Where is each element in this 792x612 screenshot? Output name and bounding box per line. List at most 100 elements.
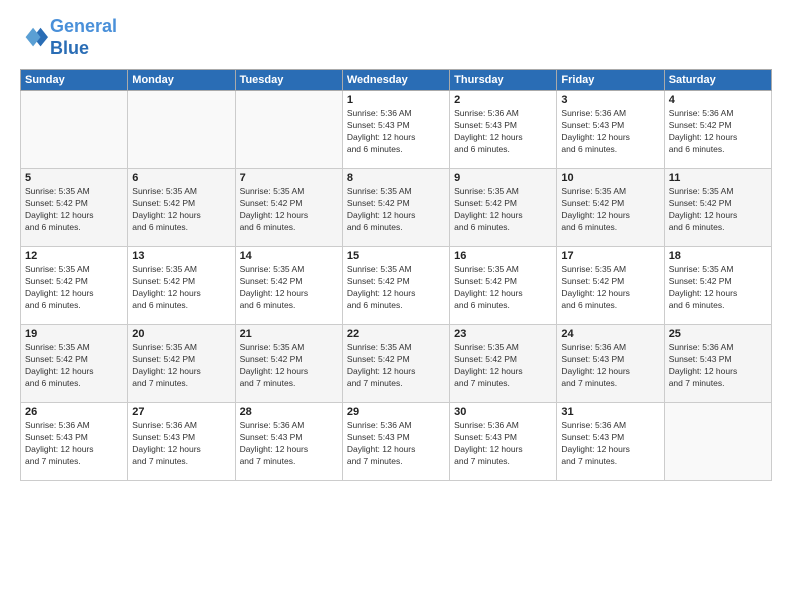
- calendar-cell: 24 Sunrise: 5:36 AM Sunset: 5:43 PM Dayli…: [557, 325, 664, 403]
- calendar-cell: 14 Sunrise: 5:35 AM Sunset: 5:42 PM Dayli…: [235, 247, 342, 325]
- day-number: 9: [454, 172, 552, 184]
- day-number: 7: [240, 172, 338, 184]
- day-number: 26: [25, 406, 123, 418]
- day-info: Sunrise: 5:36 AM Sunset: 5:43 PM Dayligh…: [347, 420, 445, 468]
- calendar-cell: 7 Sunrise: 5:35 AM Sunset: 5:42 PM Daylig…: [235, 169, 342, 247]
- day-info: Sunrise: 5:35 AM Sunset: 5:42 PM Dayligh…: [347, 264, 445, 312]
- day-info: Sunrise: 5:36 AM Sunset: 5:43 PM Dayligh…: [240, 420, 338, 468]
- day-info: Sunrise: 5:36 AM Sunset: 5:43 PM Dayligh…: [561, 342, 659, 390]
- calendar-cell: 8 Sunrise: 5:35 AM Sunset: 5:42 PM Daylig…: [342, 169, 449, 247]
- calendar-cell: 29 Sunrise: 5:36 AM Sunset: 5:43 PM Dayli…: [342, 403, 449, 481]
- day-number: 24: [561, 328, 659, 340]
- day-number: 22: [347, 328, 445, 340]
- calendar-cell: [21, 91, 128, 169]
- header: General Blue: [20, 16, 772, 59]
- calendar-cell: 19Sunrise: 5:35 AM Sunset: 5:42 PM Dayli…: [21, 325, 128, 403]
- weekday-header-row: SundayMondayTuesdayWednesdayThursdayFrid…: [21, 70, 772, 91]
- day-number: 18: [669, 250, 767, 262]
- day-info: Sunrise: 5:35 AM Sunset: 5:42 PM Dayligh…: [240, 342, 338, 390]
- day-info: Sunrise: 5:35 AM Sunset: 5:42 PM Dayligh…: [454, 186, 552, 234]
- calendar-cell: [664, 403, 771, 481]
- calendar-cell: 26 Sunrise: 5:36 AM Sunset: 5:43 PM Dayli…: [21, 403, 128, 481]
- day-number: 29: [347, 406, 445, 418]
- calendar-cell: 3Sunrise: 5:36 AM Sunset: 5:43 PM Daylig…: [557, 91, 664, 169]
- day-number: 20: [132, 328, 230, 340]
- calendar-week-2: 5 Sunrise: 5:35 AM Sunset: 5:42 PM Daylig…: [21, 169, 772, 247]
- day-number: 5: [25, 172, 123, 184]
- day-info: Sunrise: 5:35 AM Sunset: 5:42 PM Dayligh…: [561, 264, 659, 312]
- calendar-week-3: 12 Sunrise: 5:35 AM Sunset: 5:42 PM Dayli…: [21, 247, 772, 325]
- calendar-cell: 11 Sunrise: 5:35 AM Sunset: 5:42 PM Dayli…: [664, 169, 771, 247]
- weekday-header-tuesday: Tuesday: [235, 70, 342, 91]
- day-info: Sunrise: 5:35 AM Sunset: 5:42 PM Dayligh…: [347, 342, 445, 390]
- calendar-cell: 22 Sunrise: 5:35 AM Sunset: 5:42 PM Dayli…: [342, 325, 449, 403]
- day-info: Sunrise: 5:36 AM Sunset: 5:42 PM Dayligh…: [669, 108, 767, 156]
- day-number: 21: [240, 328, 338, 340]
- day-info: Sunrise: 5:36 AM Sunset: 5:43 PM Dayligh…: [132, 420, 230, 468]
- calendar-cell: 5 Sunrise: 5:35 AM Sunset: 5:42 PM Daylig…: [21, 169, 128, 247]
- page: General Blue SundayMondayTuesdayWednesda…: [0, 0, 792, 612]
- calendar-cell: [235, 91, 342, 169]
- day-number: 17: [561, 250, 659, 262]
- calendar-cell: 16 Sunrise: 5:35 AM Sunset: 5:42 PM Dayli…: [450, 247, 557, 325]
- calendar-cell: 30 Sunrise: 5:36 AM Sunset: 5:43 PM Dayli…: [450, 403, 557, 481]
- calendar-week-4: 19 Sunrise: 5:35 AM Sunset: 5:42 PM Dayli…: [21, 325, 772, 403]
- day-info: Sunrise: 5:35 AM Sunset: 5:42 PM Dayligh…: [347, 186, 445, 234]
- day-info: Sunrise: 5:36 AM Sunset: 5:43 PM Dayligh…: [454, 420, 552, 468]
- logo-icon: [20, 24, 48, 52]
- calendar-cell: 20Sunrise: 5:35 AM Sunset: 5:42 PM Dayli…: [128, 325, 235, 403]
- day-info: Sunrise: 5:35 AM Sunset: 5:42 PM Dayligh…: [132, 264, 230, 312]
- day-info: Sunrise: 5:35 AM Sunset: 5:42 PM Dayligh…: [669, 186, 767, 234]
- day-info: Sunrise: 5:35 AM Sunset: 5:42 PM Dayligh…: [240, 186, 338, 234]
- day-info: Sunrise: 5:35 AM Sunset: 5:42 PM Dayligh…: [132, 186, 230, 234]
- weekday-header-monday: Monday: [128, 70, 235, 91]
- calendar-cell: 25Sunrise: 5:36 AM Sunset: 5:43 PM Dayli…: [664, 325, 771, 403]
- calendar-body: 1 Sunrise: 5:36 AM Sunset: 5:43 PM Daylig…: [21, 91, 772, 481]
- day-number: 25: [669, 328, 767, 340]
- day-info: Sunrise: 5:35 AM Sunset: 5:42 PM Dayligh…: [25, 264, 123, 312]
- calendar-cell: 12 Sunrise: 5:35 AM Sunset: 5:42 PM Dayli…: [21, 247, 128, 325]
- day-info: Sunrise: 5:36 AM Sunset: 5:43 PM Dayligh…: [561, 108, 659, 156]
- day-number: 15: [347, 250, 445, 262]
- day-number: 13: [132, 250, 230, 262]
- calendar-cell: 28 Sunrise: 5:36 AM Sunset: 5:43 PM Dayli…: [235, 403, 342, 481]
- day-number: 2: [454, 94, 552, 106]
- calendar-cell: 2 Sunrise: 5:36 AM Sunset: 5:43 PM Daylig…: [450, 91, 557, 169]
- logo: General Blue: [20, 16, 117, 59]
- calendar-cell: 21 Sunrise: 5:35 AM Sunset: 5:42 PM Dayli…: [235, 325, 342, 403]
- day-number: 8: [347, 172, 445, 184]
- weekday-header-saturday: Saturday: [664, 70, 771, 91]
- day-info: Sunrise: 5:36 AM Sunset: 5:43 PM Dayligh…: [454, 108, 552, 156]
- day-number: 16: [454, 250, 552, 262]
- day-info: Sunrise: 5:35 AM Sunset: 5:42 PM Dayligh…: [25, 186, 123, 234]
- day-number: 30: [454, 406, 552, 418]
- day-info: Sunrise: 5:35 AM Sunset: 5:42 PM Dayligh…: [669, 264, 767, 312]
- calendar-cell: 17 Sunrise: 5:35 AM Sunset: 5:42 PM Dayli…: [557, 247, 664, 325]
- day-number: 27: [132, 406, 230, 418]
- day-number: 12: [25, 250, 123, 262]
- weekday-header-friday: Friday: [557, 70, 664, 91]
- day-number: 19: [25, 328, 123, 340]
- calendar-cell: 31Sunrise: 5:36 AM Sunset: 5:43 PM Dayli…: [557, 403, 664, 481]
- day-info: Sunrise: 5:35 AM Sunset: 5:42 PM Dayligh…: [240, 264, 338, 312]
- day-number: 14: [240, 250, 338, 262]
- day-info: Sunrise: 5:35 AM Sunset: 5:42 PM Dayligh…: [454, 342, 552, 390]
- day-number: 1: [347, 94, 445, 106]
- calendar-cell: 1Sunrise: 5:36 AM Sunset: 5:43 PM Daylig…: [342, 91, 449, 169]
- calendar-week-5: 26 Sunrise: 5:36 AM Sunset: 5:43 PM Dayli…: [21, 403, 772, 481]
- day-info: Sunrise: 5:36 AM Sunset: 5:43 PM Dayligh…: [25, 420, 123, 468]
- day-info: Sunrise: 5:35 AM Sunset: 5:42 PM Dayligh…: [561, 186, 659, 234]
- calendar-cell: 23 Sunrise: 5:35 AM Sunset: 5:42 PM Dayli…: [450, 325, 557, 403]
- day-number: 11: [669, 172, 767, 184]
- day-number: 23: [454, 328, 552, 340]
- day-info: Sunrise: 5:36 AM Sunset: 5:43 PM Dayligh…: [561, 420, 659, 468]
- calendar-cell: 6Sunrise: 5:35 AM Sunset: 5:42 PM Daylig…: [128, 169, 235, 247]
- day-info: Sunrise: 5:35 AM Sunset: 5:42 PM Dayligh…: [454, 264, 552, 312]
- calendar-week-1: 1 Sunrise: 5:36 AM Sunset: 5:43 PM Daylig…: [21, 91, 772, 169]
- calendar-table: SundayMondayTuesdayWednesdayThursdayFrid…: [20, 69, 772, 481]
- weekday-header-thursday: Thursday: [450, 70, 557, 91]
- day-number: 10: [561, 172, 659, 184]
- calendar-cell: 27 Sunrise: 5:36 AM Sunset: 5:43 PM Dayli…: [128, 403, 235, 481]
- calendar-cell: 10 Sunrise: 5:35 AM Sunset: 5:42 PM Dayli…: [557, 169, 664, 247]
- day-number: 28: [240, 406, 338, 418]
